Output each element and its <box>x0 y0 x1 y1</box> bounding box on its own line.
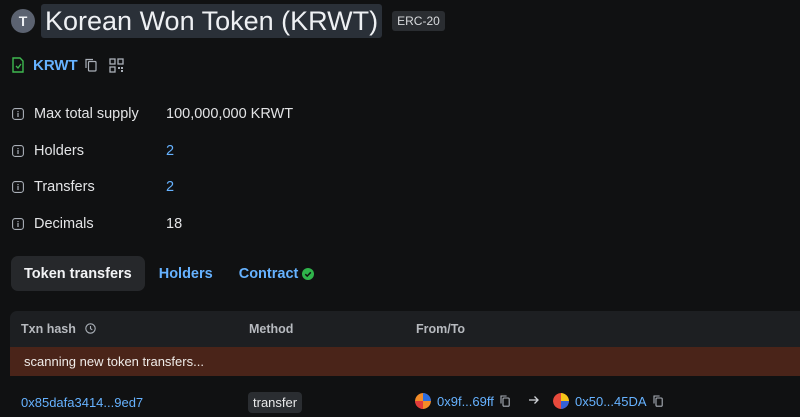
from-address-link[interactable]: 0x9f...69ff <box>437 394 494 409</box>
property-holders: Holders 2 <box>12 141 174 161</box>
qr-code-icon[interactable] <box>109 57 124 73</box>
transfers-count-link[interactable]: 2 <box>166 179 174 195</box>
contract-file-icon <box>12 57 24 73</box>
tab-bar: Token transfers Holders Contract <box>11 256 327 291</box>
info-icon <box>12 181 24 193</box>
property-label: Transfers <box>34 179 95 195</box>
info-icon <box>12 218 24 230</box>
table-row: 0x85dafa3414...9ed7 transfer 0x9f...69ff… <box>10 389 800 417</box>
method-badge: transfer <box>248 392 303 413</box>
arrow-right-icon <box>529 396 539 404</box>
property-value: 18 <box>166 216 183 232</box>
property-transfers: Transfers 2 <box>12 177 174 197</box>
property-label: Holders <box>34 143 84 159</box>
token-header: T Korean Won Token (KRWT) ERC-20 <box>11 4 445 38</box>
txn-hash-link[interactable]: 0x85dafa3414...9ed7 <box>21 395 143 410</box>
holders-count-link[interactable]: 2 <box>166 143 174 159</box>
property-label: Decimals <box>34 216 94 232</box>
column-header-txn-hash: Txn hash <box>21 322 97 336</box>
to-address: 0x50...45DA <box>553 393 663 409</box>
contract-address-link[interactable]: KRWT <box>33 57 78 74</box>
verified-check-icon <box>302 267 315 280</box>
column-header-label: Txn hash <box>21 322 76 336</box>
tab-token-transfers[interactable]: Token transfers <box>11 256 145 291</box>
from-address: 0x9f...69ff <box>415 393 510 409</box>
info-icon <box>12 145 24 157</box>
contract-address-row: KRWT <box>11 53 124 77</box>
token-standard-badge: ERC-20 <box>392 11 445 31</box>
clock-icon[interactable] <box>85 323 97 334</box>
property-label: Max total supply <box>34 106 139 122</box>
property-decimals: Decimals 18 <box>12 214 182 234</box>
property-value: 100,000,000 KRWT <box>166 106 294 122</box>
token-avatar: T <box>11 9 35 33</box>
column-header-method: Method <box>249 322 294 336</box>
info-icon <box>12 108 24 120</box>
property-max-total-supply: Max total supply 100,000,000 KRWT <box>12 104 293 124</box>
tab-holders[interactable]: Holders <box>146 256 226 291</box>
to-address-link[interactable]: 0x50...45DA <box>575 394 647 409</box>
address-identicon <box>415 393 431 409</box>
tab-contract-label: Contract <box>238 265 299 282</box>
page-title: Korean Won Token (KRWT) <box>41 4 383 38</box>
copy-icon[interactable] <box>85 58 97 72</box>
copy-icon[interactable] <box>652 395 663 407</box>
tab-contract[interactable]: Contract <box>226 256 328 291</box>
column-header-from-to: From/To <box>416 322 466 336</box>
address-identicon <box>553 393 569 409</box>
scanning-notice: scanning new token transfers... <box>10 347 800 376</box>
transfers-table-header: Txn hash Method From/To <box>10 311 800 347</box>
copy-icon[interactable] <box>500 395 510 407</box>
